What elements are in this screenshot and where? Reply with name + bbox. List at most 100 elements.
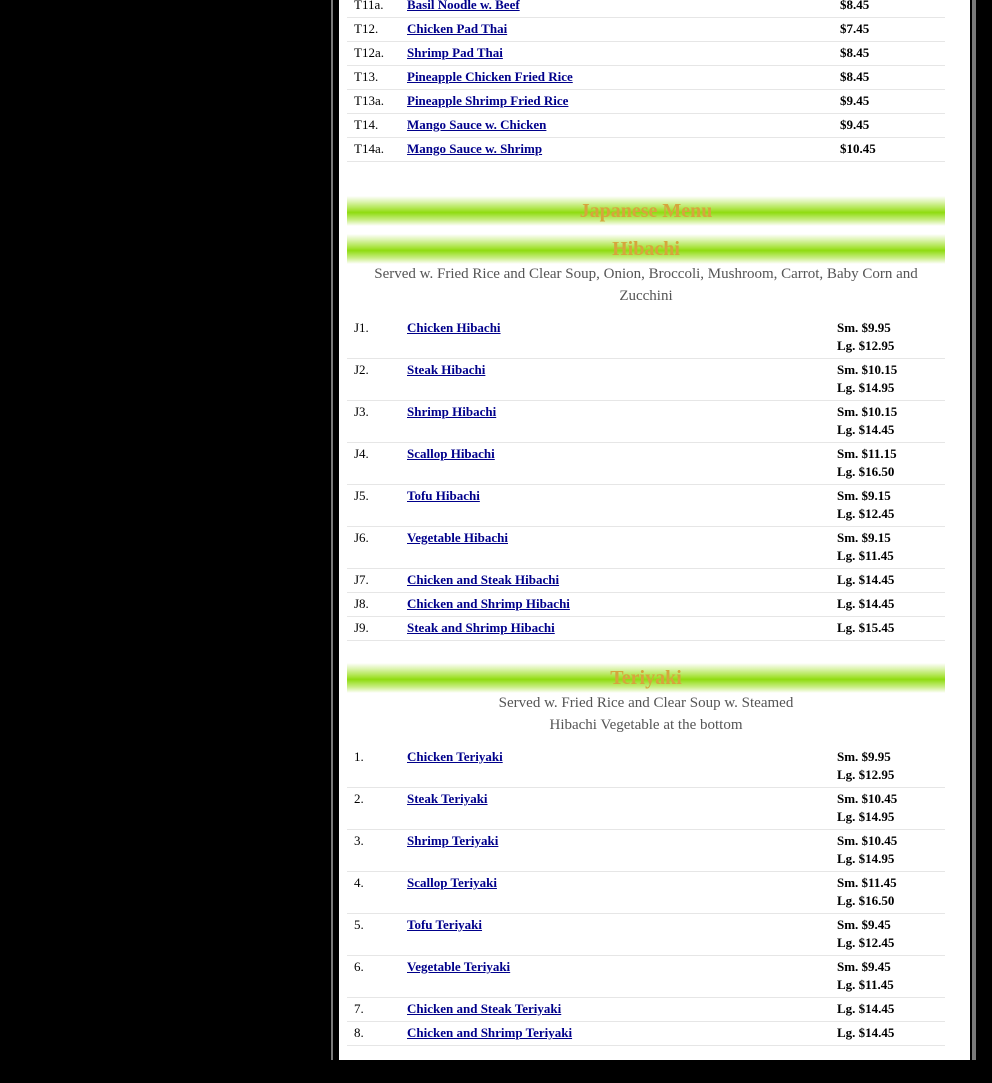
- item-name-cell: Shrimp Pad Thai: [407, 41, 837, 66]
- item-name-link[interactable]: Chicken and Steak Teriyaki: [407, 1001, 561, 1016]
- item-price-cell: Sm. $9.45 Lg. $11.45: [837, 955, 945, 998]
- small-price: Sm. $10.15: [837, 362, 898, 377]
- item-price: $7.45: [837, 17, 945, 42]
- item-name-cell: Chicken and Shrimp Hibachi: [407, 592, 837, 617]
- item-code: T13.: [347, 65, 407, 90]
- item-name-cell: Tofu Teriyaki: [407, 913, 837, 956]
- description-line: Hibachi Vegetable at the bottom: [549, 717, 743, 733]
- item-name-link[interactable]: Shrimp Pad Thai: [407, 45, 503, 60]
- item-code: T14a.: [347, 137, 407, 162]
- menu-content[interactable]: T11a. Basil Noodle w. Beef $8.45 T12. Chicke…: [339, 0, 970, 1060]
- large-price: Lg. $16.50: [837, 893, 895, 908]
- menu-item-row: 8. Chicken and Shrimp Teriyaki Lg. $14.45: [347, 1021, 945, 1046]
- item-name-link[interactable]: Chicken Hibachi: [407, 320, 501, 335]
- item-name-link[interactable]: Shrimp Teriyaki: [407, 833, 498, 848]
- item-price: $10.45: [837, 137, 945, 162]
- item-name-cell: Chicken Hibachi: [407, 317, 837, 359]
- item-name-cell: Tofu Hibachi: [407, 484, 837, 527]
- menu-item-row: J5. Tofu Hibachi Sm. $9.15 Lg. $12.45: [347, 484, 945, 527]
- item-name-cell: Chicken and Shrimp Teriyaki: [407, 1021, 837, 1046]
- item-name-link[interactable]: Tofu Teriyaki: [407, 917, 482, 932]
- item-price-cell: Sm. $11.15 Lg. $16.50: [837, 442, 945, 485]
- item-code: J5.: [347, 484, 407, 527]
- item-code: J8.: [347, 592, 407, 617]
- small-price: Sm. $11.15: [837, 446, 897, 461]
- menu-item-row: 6. Vegetable Teriyaki Sm. $9.45 Lg. $11.45: [347, 955, 945, 998]
- item-name-link[interactable]: Mango Sauce w. Shrimp: [407, 141, 542, 156]
- menu-item-row: 5. Tofu Teriyaki Sm. $9.45 Lg. $12.45: [347, 913, 945, 956]
- item-price-cell: Sm. $9.95 Lg. $12.95: [837, 317, 945, 359]
- page: T11a. Basil Noodle w. Beef $8.45 T12. Chicke…: [0, 0, 992, 1083]
- item-name-cell: Chicken and Steak Hibachi: [407, 568, 837, 593]
- menu-item-row: J3. Shrimp Hibachi Sm. $10.15 Lg. $14.45: [347, 400, 945, 443]
- frame-left-border: [331, 0, 333, 1060]
- menu-item-row: J7. Chicken and Steak Hibachi Lg. $14.45: [347, 568, 945, 593]
- thai-menu-table: T11a. Basil Noodle w. Beef $8.45 T12. Chicke…: [347, 0, 945, 162]
- item-name-link[interactable]: Shrimp Hibachi: [407, 404, 496, 419]
- item-code: 6.: [347, 955, 407, 998]
- item-price-cell: Sm. $9.15 Lg. $12.45: [837, 484, 945, 527]
- menu-item-row: T14a. Mango Sauce w. Shrimp $10.45: [347, 137, 945, 162]
- item-price-cell: Sm. $10.45 Lg. $14.95: [837, 787, 945, 830]
- large-price: Lg. $14.45: [837, 596, 895, 611]
- item-code: 5.: [347, 913, 407, 956]
- item-code: 4.: [347, 871, 407, 914]
- item-code: J6.: [347, 526, 407, 569]
- item-price-cell: Lg. $14.45: [837, 568, 945, 593]
- item-name-cell: Vegetable Teriyaki: [407, 955, 837, 998]
- item-price-cell: Lg. $14.45: [837, 997, 945, 1022]
- item-name-cell: Chicken and Steak Teriyaki: [407, 997, 837, 1022]
- item-name-link[interactable]: Steak and Shrimp Hibachi: [407, 620, 555, 635]
- menu-item-row: 3. Shrimp Teriyaki Sm. $10.45 Lg. $14.95: [347, 829, 945, 872]
- item-name-link[interactable]: Basil Noodle w. Beef: [407, 0, 520, 12]
- item-price-cell: Sm. $10.15 Lg. $14.45: [837, 400, 945, 443]
- item-name-link[interactable]: Chicken and Steak Hibachi: [407, 572, 559, 587]
- item-name-cell: Mango Sauce w. Shrimp: [407, 137, 837, 162]
- item-name-link[interactable]: Chicken Pad Thai: [407, 21, 507, 36]
- item-price-cell: Sm. $11.45 Lg. $16.50: [837, 871, 945, 914]
- item-name-link[interactable]: Scallop Hibachi: [407, 446, 495, 461]
- item-name-cell: Steak Hibachi: [407, 358, 837, 401]
- item-name-link[interactable]: Vegetable Teriyaki: [407, 959, 510, 974]
- item-code: T14.: [347, 113, 407, 138]
- hibachi-menu-table: J1. Chicken Hibachi Sm. $9.95 Lg. $12.95 J2.…: [347, 317, 945, 641]
- japanese-menu-header: Japanese Menu: [347, 196, 945, 226]
- menu-item-row: 4. Scallop Teriyaki Sm. $11.45 Lg. $16.50: [347, 871, 945, 914]
- item-name-link[interactable]: Chicken and Shrimp Teriyaki: [407, 1025, 572, 1040]
- item-name-link[interactable]: Chicken and Shrimp Hibachi: [407, 596, 570, 611]
- item-price: $9.45: [837, 113, 945, 138]
- menu-item-row: 7. Chicken and Steak Teriyaki Lg. $14.45: [347, 997, 945, 1022]
- item-code: J7.: [347, 568, 407, 593]
- menu-item-row: J2. Steak Hibachi Sm. $10.15 Lg. $14.95: [347, 358, 945, 401]
- item-name-link[interactable]: Steak Teriyaki: [407, 791, 488, 806]
- menu-item-row: J4. Scallop Hibachi Sm. $11.15 Lg. $16.50: [347, 442, 945, 485]
- item-name-link[interactable]: Pineapple Shrimp Fried Rice: [407, 93, 568, 108]
- small-price: Sm. $9.15: [837, 530, 891, 545]
- large-price: Lg. $16.50: [837, 464, 895, 479]
- frame-right-border: [972, 0, 976, 1060]
- item-name-cell: Scallop Teriyaki: [407, 871, 837, 914]
- item-code: 7.: [347, 997, 407, 1022]
- item-price-cell: Lg. $14.45: [837, 1021, 945, 1046]
- item-code: J2.: [347, 358, 407, 401]
- large-price: Lg. $14.45: [837, 422, 895, 437]
- item-code: T12a.: [347, 41, 407, 66]
- item-name-link[interactable]: Mango Sauce w. Chicken: [407, 117, 546, 132]
- item-name-cell: Shrimp Hibachi: [407, 400, 837, 443]
- small-price: Sm. $11.45: [837, 875, 897, 890]
- item-name-link[interactable]: Pineapple Chicken Fried Rice: [407, 69, 573, 84]
- small-price: Sm. $9.95: [837, 749, 891, 764]
- item-name-link[interactable]: Chicken Teriyaki: [407, 749, 503, 764]
- item-name-cell: Pineapple Chicken Fried Rice: [407, 65, 837, 90]
- item-name-link[interactable]: Tofu Hibachi: [407, 488, 480, 503]
- item-name-link[interactable]: Scallop Teriyaki: [407, 875, 497, 890]
- item-name-cell: Basil Noodle w. Beef: [407, 0, 837, 18]
- large-price: Lg. $12.95: [837, 767, 895, 782]
- item-name-link[interactable]: Steak Hibachi: [407, 362, 485, 377]
- large-price: Lg. $14.95: [837, 809, 895, 824]
- item-code: 8.: [347, 1021, 407, 1046]
- menu-item-row: T12a. Shrimp Pad Thai $8.45: [347, 41, 945, 66]
- item-name-link[interactable]: Vegetable Hibachi: [407, 530, 508, 545]
- menu-item-row: J8. Chicken and Shrimp Hibachi Lg. $14.45: [347, 592, 945, 617]
- menu-item-row: J9. Steak and Shrimp Hibachi Lg. $15.45: [347, 616, 945, 641]
